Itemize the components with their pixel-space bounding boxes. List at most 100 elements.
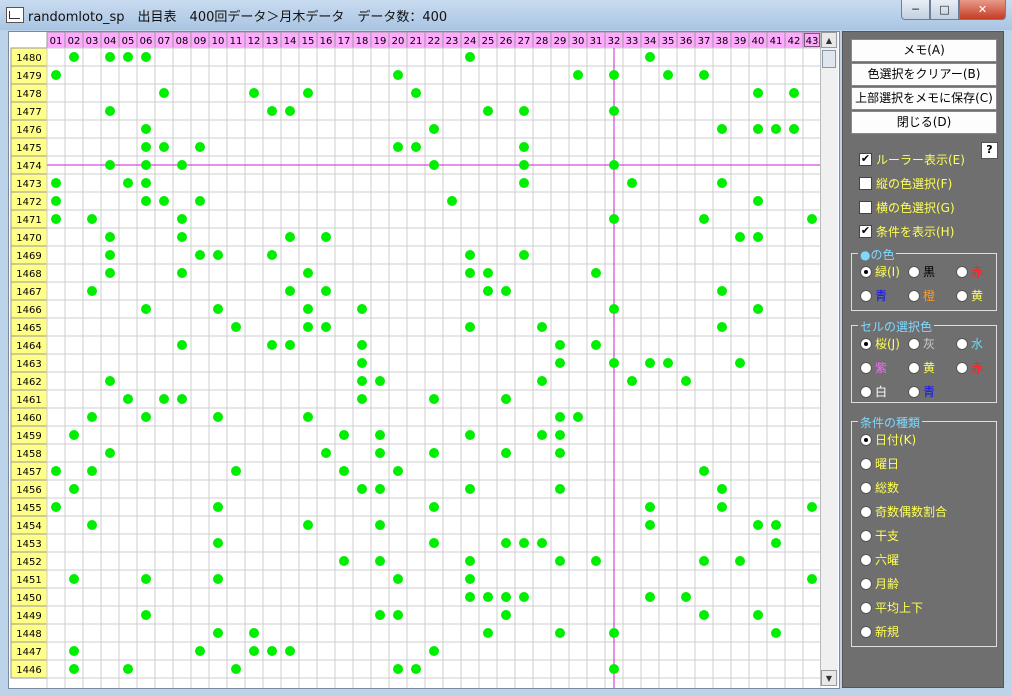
hit-dot[interactable]	[519, 592, 529, 602]
hit-dot[interactable]	[105, 232, 115, 242]
row-header-label[interactable]: 1472	[16, 197, 41, 208]
checkbox-box[interactable]: ✔	[859, 224, 872, 238]
hit-dot[interactable]	[753, 232, 763, 242]
hit-dot[interactable]	[159, 142, 169, 152]
hit-dot[interactable]	[717, 286, 727, 296]
column-header-label[interactable]: 23	[446, 36, 459, 47]
hit-dot[interactable]	[285, 106, 295, 116]
dot-color-option[interactable]: 青	[860, 287, 887, 304]
hit-dot[interactable]	[645, 502, 655, 512]
hit-dot[interactable]	[393, 610, 403, 620]
hit-dot[interactable]	[411, 88, 421, 98]
hit-dot[interactable]	[555, 412, 565, 422]
column-header-label[interactable]: 16	[320, 36, 333, 47]
hit-dot[interactable]	[213, 628, 223, 638]
hit-dot[interactable]	[213, 574, 223, 584]
hit-dot[interactable]	[213, 304, 223, 314]
condition-type-option[interactable]: 日付(K)	[860, 431, 916, 448]
hit-dot[interactable]	[123, 52, 133, 62]
hit-dot[interactable]	[51, 70, 61, 80]
row-header-label[interactable]: 1447	[16, 647, 41, 658]
row-header-label[interactable]: 1456	[16, 485, 41, 496]
hit-dot[interactable]	[267, 340, 277, 350]
row-header-label[interactable]: 1471	[16, 215, 41, 226]
dot-color-option[interactable]: 黒	[908, 263, 935, 280]
hit-dot[interactable]	[807, 214, 817, 224]
hit-dot[interactable]	[501, 286, 511, 296]
show-condition-checkbox[interactable]: ✔ 条件を表示(H)	[859, 222, 954, 240]
cell-color-option[interactable]: 赤	[956, 359, 983, 376]
hit-dot[interactable]	[663, 70, 673, 80]
hit-dot[interactable]	[447, 196, 457, 206]
results-grid-svg[interactable]: 01 02 03 04 05 06 07 08 09 10 11 12 13 14 15 16 17 18 19 20…	[9, 32, 822, 688]
hit-dot[interactable]	[195, 196, 205, 206]
column-header-label[interactable]: 27	[518, 36, 531, 47]
hit-dot[interactable]	[465, 268, 475, 278]
hit-dot[interactable]	[285, 286, 295, 296]
hit-dot[interactable]	[519, 142, 529, 152]
column-header-label[interactable]: 29	[554, 36, 567, 47]
hit-dot[interactable]	[141, 142, 151, 152]
hit-dot[interactable]	[141, 52, 151, 62]
hit-dot[interactable]	[105, 250, 115, 260]
hit-dot[interactable]	[753, 124, 763, 134]
radio-button[interactable]	[860, 553, 872, 566]
column-header-label[interactable]: 39	[734, 36, 747, 47]
column-header-label[interactable]: 15	[302, 36, 315, 47]
hit-dot[interactable]	[735, 232, 745, 242]
hit-dot[interactable]	[411, 664, 421, 674]
column-header-label[interactable]: 40	[752, 36, 765, 47]
row-header-label[interactable]: 1462	[16, 377, 41, 388]
hit-dot[interactable]	[393, 466, 403, 476]
hit-dot[interactable]	[501, 394, 511, 404]
hit-dot[interactable]	[645, 52, 655, 62]
hit-dot[interactable]	[555, 430, 565, 440]
radio-button[interactable]	[908, 289, 920, 302]
row-header-label[interactable]: 1467	[16, 287, 41, 298]
row-header-label[interactable]: 1469	[16, 251, 41, 262]
hit-dot[interactable]	[465, 52, 475, 62]
hit-dot[interactable]	[573, 70, 583, 80]
hit-dot[interactable]	[195, 646, 205, 656]
hit-dot[interactable]	[591, 340, 601, 350]
hit-dot[interactable]	[303, 88, 313, 98]
hit-dot[interactable]	[501, 448, 511, 458]
hit-dot[interactable]	[375, 430, 385, 440]
row-header-label[interactable]: 1464	[16, 341, 41, 352]
checkbox-box[interactable]: ✔	[859, 152, 872, 166]
hit-dot[interactable]	[519, 250, 529, 260]
radio-button[interactable]	[956, 337, 968, 350]
cell-color-option[interactable]: 青	[908, 383, 935, 400]
hit-dot[interactable]	[375, 376, 385, 386]
radio-button[interactable]	[860, 361, 872, 374]
hit-dot[interactable]	[141, 196, 151, 206]
hit-dot[interactable]	[87, 520, 97, 530]
hit-dot[interactable]	[663, 358, 673, 368]
column-header-label[interactable]: 37	[698, 36, 711, 47]
hit-dot[interactable]	[249, 88, 259, 98]
hit-dot[interactable]	[501, 538, 511, 548]
hit-dot[interactable]	[123, 178, 133, 188]
hit-dot[interactable]	[69, 574, 79, 584]
hit-dot[interactable]	[375, 556, 385, 566]
column-header-label[interactable]: 09	[194, 36, 207, 47]
hit-dot[interactable]	[303, 268, 313, 278]
hit-dot[interactable]	[483, 628, 493, 638]
close-panel-button[interactable]: 閉じる(D)	[851, 111, 997, 134]
hit-dot[interactable]	[537, 376, 547, 386]
hit-dot[interactable]	[105, 448, 115, 458]
hit-dot[interactable]	[339, 466, 349, 476]
hit-dot[interactable]	[717, 124, 727, 134]
row-header-label[interactable]: 1468	[16, 269, 41, 280]
hit-dot[interactable]	[213, 412, 223, 422]
hit-dot[interactable]	[609, 304, 619, 314]
dot-color-option[interactable]: 緑(I)	[860, 263, 900, 280]
hit-dot[interactable]	[249, 646, 259, 656]
column-header-label[interactable]: 13	[266, 36, 279, 47]
hit-dot[interactable]	[177, 268, 187, 278]
row-header-label[interactable]: 1453	[16, 539, 41, 550]
row-header-label[interactable]: 1480	[16, 53, 41, 64]
hit-dot[interactable]	[303, 304, 313, 314]
hit-dot[interactable]	[753, 520, 763, 530]
hit-dot[interactable]	[105, 376, 115, 386]
